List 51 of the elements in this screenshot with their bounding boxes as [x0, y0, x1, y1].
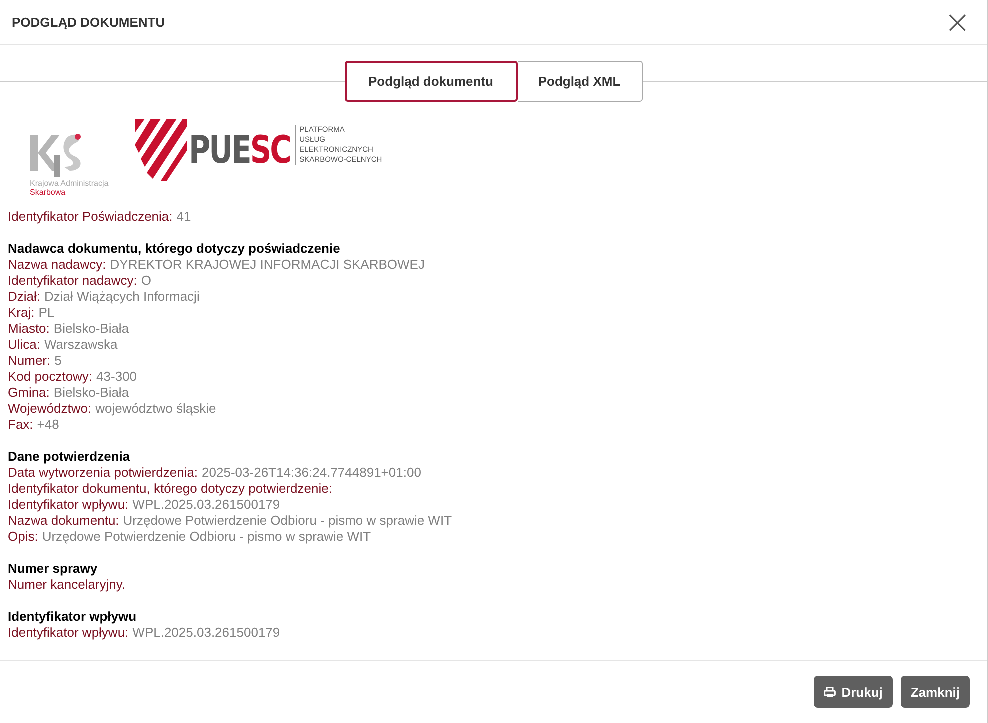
field-label: Identyfikator wpływu: [8, 497, 129, 513]
field-label: Identyfikator dokumentu, którego dotyczy potwierdzenie: [8, 481, 332, 497]
field-value: Dział Wiążących Informacji [44, 289, 200, 305]
field-label: Nazwa dokumentu: [8, 513, 120, 529]
field-label: Opis: [8, 529, 38, 545]
section-heading: Nadawca dokumentu, którego dotyczy poświadczenie [8, 241, 342, 257]
print-button[interactable]: Drukuj [814, 676, 893, 708]
field-value: PL [38, 305, 55, 321]
field-value: +48 [37, 417, 60, 433]
field-label: Województwo: [8, 401, 92, 417]
close-dialog-button[interactable]: Zamknij [900, 676, 970, 708]
printer-icon [824, 686, 836, 698]
field-value: Bielsko-Biała [54, 321, 130, 337]
field-label: Ulica: [8, 337, 41, 353]
field-value: 5 [54, 353, 62, 369]
field-label: Kod pocztowy: [8, 369, 93, 385]
field-label: Identyfikator wpływu: [8, 625, 129, 641]
field-value: 2025-03-26T14:36:24.7744891+01:00 [202, 465, 422, 481]
section-heading: Dane potwierdzenia [8, 449, 132, 465]
field-label: Fax: [8, 417, 34, 433]
field-value: 43-300 [96, 369, 138, 385]
section-heading: Numer sprawy [8, 561, 99, 577]
field-label: Identyfikator Poświadczenia: [8, 209, 173, 225]
tab[interactable]: Podgląd XML [518, 61, 642, 102]
field-label: Nazwa nadawcy: [8, 257, 106, 273]
tab[interactable]: Podgląd dokumentu [344, 61, 518, 102]
field-value: 41 [176, 209, 192, 225]
field-value: Urzędowe Potwierdzenie Odbioru - pismo w sprawie WIT [42, 529, 372, 545]
field-label: Miasto: [8, 321, 50, 337]
field-label: Kraj: [8, 305, 35, 321]
field-value: Urzędowe Potwierdzenie Odbioru - pismo w sprawie WIT [123, 513, 452, 529]
section-heading: Identyfikator wpływu [8, 609, 138, 625]
field-value: Warszawska [44, 337, 118, 353]
logo-text: PUESC [188, 128, 290, 172]
field-label: Gmina: [8, 385, 50, 401]
field-value: DYREKTOR KRAJOWEJ INFORMACJI SKARBOWEJ [110, 257, 425, 273]
field-label: Numer: [8, 353, 51, 369]
logo-text: Krajowa Administracja [30, 179, 109, 188]
field-value: WPL.2025.03.261500179 [132, 497, 280, 513]
field-label: Numer kancelaryjny. [8, 577, 126, 593]
logo-icon [134, 119, 187, 181]
logo-text: Skarbowa [30, 188, 66, 197]
close-button[interactable]: × [940, 6, 975, 38]
field-label: Identyfikator nadawcy: [8, 273, 138, 289]
dialog-title: PODGLĄD DOKUMENTU [12, 14, 166, 30]
field-label: Data wytworzenia potwierdzenia: [8, 465, 198, 481]
field-label: Dział: [8, 289, 41, 305]
field-value: Bielsko-Biała [54, 385, 130, 401]
field-value: województwo śląskie [96, 401, 216, 417]
field-value: O [141, 273, 152, 289]
field-value: WPL.2025.03.261500179 [132, 625, 280, 641]
